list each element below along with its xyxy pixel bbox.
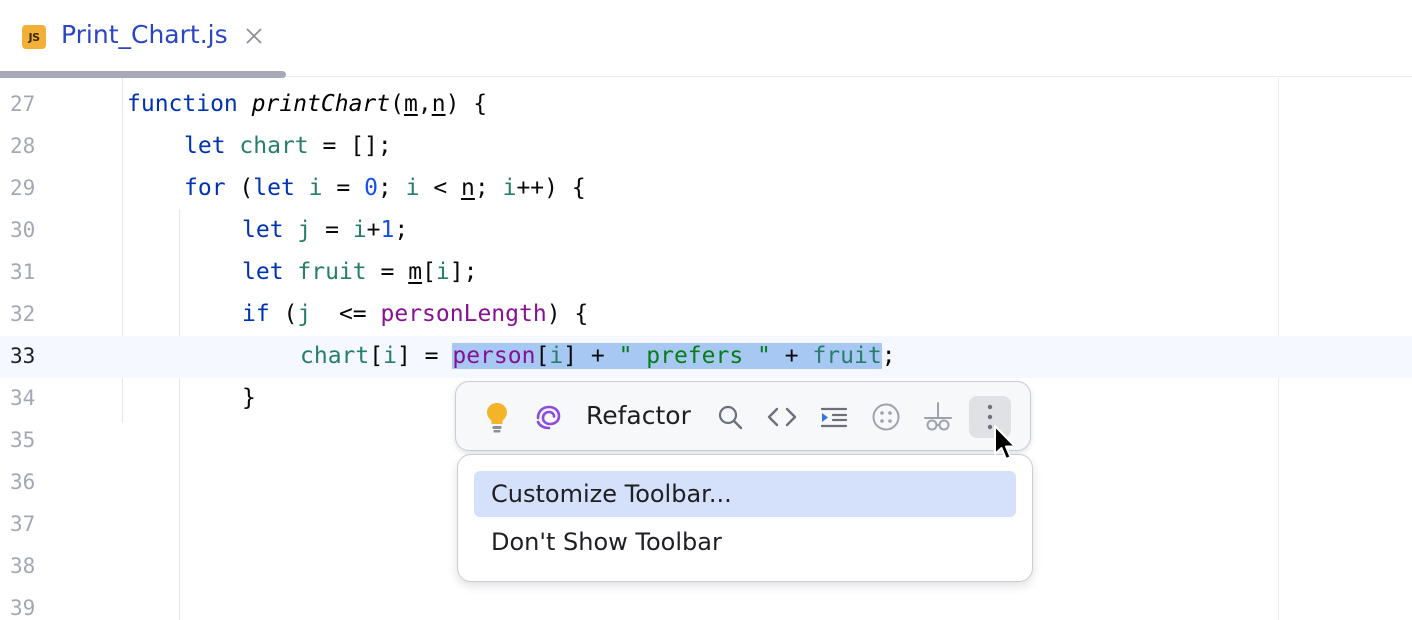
line-number: 28 xyxy=(10,134,36,158)
code-line[interactable]: 39 xyxy=(0,588,1412,620)
refactor-button[interactable]: Refactor xyxy=(586,401,691,430)
debug-button[interactable] xyxy=(917,396,959,438)
code-line[interactable]: 31 let fruit = m[i]; xyxy=(0,252,1412,294)
ai-assistant-button[interactable] xyxy=(527,396,569,438)
code-text: function printChart(m,n) { xyxy=(127,91,488,117)
menu-item-dont-show-toolbar[interactable]: Don't Show Toolbar xyxy=(474,519,1016,565)
floating-code-toolbar: Refactor xyxy=(455,381,1031,451)
ai-assistant-icon xyxy=(536,405,561,430)
line-number: 39 xyxy=(10,596,36,620)
code-text: let fruit = m[i]; xyxy=(242,259,478,285)
code-line[interactable]: 27 function printChart(m,n) { xyxy=(0,84,1412,126)
line-number: 34 xyxy=(10,386,36,410)
line-number: 33 xyxy=(10,344,36,368)
line-number: 36 xyxy=(10,470,36,494)
search-icon xyxy=(718,405,743,430)
code-text: } xyxy=(242,385,256,411)
code-line[interactable]: 32 if (j <= personLength) { xyxy=(0,294,1412,336)
line-number: 29 xyxy=(10,176,36,200)
dots-circle-icon xyxy=(872,403,900,431)
close-icon[interactable] xyxy=(243,25,265,47)
intention-actions-button[interactable] xyxy=(476,396,518,438)
reformat-code-button[interactable] xyxy=(813,396,855,438)
code-line[interactable]: 30 let j = i+1; xyxy=(0,210,1412,252)
toolbar-options-menu: Customize Toolbar... Don't Show Toolbar xyxy=(457,454,1033,582)
menu-item-customize-toolbar[interactable]: Customize Toolbar... xyxy=(474,471,1016,517)
code-text: let j = i+1; xyxy=(242,217,409,243)
tab-print-chart[interactable]: JS Print_Chart.js xyxy=(0,0,286,78)
javascript-file-icon: JS xyxy=(22,25,46,49)
code-line-current[interactable]: 33 chart[i] = person[i] + " prefers " + … xyxy=(0,336,1412,378)
debugger-icon xyxy=(924,402,952,431)
line-number: 32 xyxy=(10,302,36,326)
mouse-pointer-icon xyxy=(994,425,1016,460)
code-text: for (let i = 0; i < n; i++) { xyxy=(184,175,586,201)
code-text: if (j <= personLength) { xyxy=(242,301,589,327)
code-line[interactable]: 28 let chart = []; xyxy=(0,126,1412,168)
code-text: chart[i] = person[i] + " prefers " + fru… xyxy=(300,343,896,369)
selected-text[interactable]: person[i] + " prefers " + fruit xyxy=(452,343,882,369)
line-number: 30 xyxy=(10,218,36,242)
bulb-icon xyxy=(487,403,507,433)
find-usages-button[interactable] xyxy=(709,396,751,438)
code-line[interactable]: 29 for (let i = 0; i < n; i++) { xyxy=(0,168,1412,210)
code-generate-button[interactable] xyxy=(761,396,803,438)
line-number: 38 xyxy=(10,554,36,578)
line-number: 31 xyxy=(10,260,36,284)
tab-label: Print_Chart.js xyxy=(61,20,228,49)
line-number: 27 xyxy=(10,92,36,116)
code-icon xyxy=(767,407,797,427)
active-tab-indicator xyxy=(0,71,286,78)
line-number: 37 xyxy=(10,512,36,536)
indent-icon xyxy=(820,407,848,428)
surround-with-button[interactable] xyxy=(865,396,907,438)
line-number: 35 xyxy=(10,428,36,452)
code-text: let chart = []; xyxy=(184,133,392,159)
editor-tab-bar: JS Print_Chart.js xyxy=(0,0,1412,78)
